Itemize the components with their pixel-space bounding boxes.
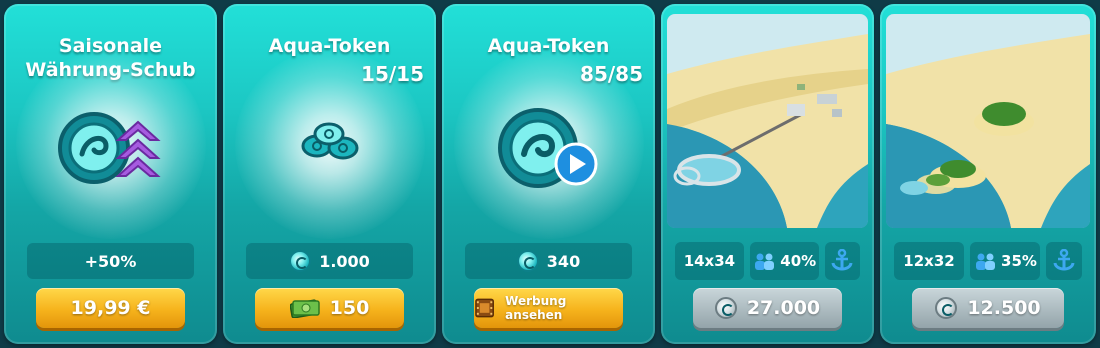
price-label: 150 xyxy=(329,297,370,319)
expansion-stats: 12x32 35% xyxy=(894,242,1082,280)
size-value: 12x32 xyxy=(903,252,955,270)
expansion-card-pier: 14x34 40% 27.000 xyxy=(661,4,874,344)
aqua-token-ad-card: Aqua-Token 85/85 340 Werbung ansehen xyxy=(442,4,655,344)
cash-icon xyxy=(289,299,320,318)
population-value: 40% xyxy=(780,252,817,270)
aqua-token-icon xyxy=(935,297,958,319)
film-icon xyxy=(475,298,494,318)
price-label: 12.500 xyxy=(967,297,1041,319)
people-icon xyxy=(755,253,775,270)
bonus-value: +50% xyxy=(84,251,137,271)
aqua-token-icon xyxy=(516,250,539,272)
amount-value: 1.000 xyxy=(319,251,370,271)
population-value: 35% xyxy=(1001,252,1037,270)
size-stat: 12x32 xyxy=(894,242,964,280)
expansion-preview-image xyxy=(886,14,1090,228)
aqua-token-icon xyxy=(714,297,737,319)
people-icon xyxy=(976,253,996,270)
population-stat: 40% xyxy=(749,242,819,280)
buy-button[interactable]: 150 xyxy=(255,288,404,328)
boost-card: Saisonale Währung-Schub +50% 19,99 € xyxy=(4,4,217,344)
buy-expansion-button[interactable]: 27.000 xyxy=(693,288,842,328)
aqua-token-video-icon xyxy=(498,108,598,188)
anchor-icon xyxy=(1053,249,1075,271)
currency-boost-icon xyxy=(58,112,161,184)
expansion-preview-image xyxy=(667,14,868,228)
size-value: 14x34 xyxy=(683,252,736,270)
watch-ad-button[interactable]: Werbung ansehen xyxy=(474,288,623,328)
beach-pier-illustration xyxy=(667,14,868,228)
population-stat: 35% xyxy=(970,242,1040,280)
expansion-stats: 14x34 40% xyxy=(675,242,861,280)
watch-ad-label: Werbung ansehen xyxy=(505,294,567,322)
price-label: 19,99 € xyxy=(70,297,151,319)
buy-button[interactable]: 19,99 € xyxy=(36,288,185,328)
harbor-stat xyxy=(824,242,861,280)
amount-box: 1.000 xyxy=(246,243,413,279)
aqua-token-icon xyxy=(289,250,312,272)
size-stat: 14x34 xyxy=(675,242,744,280)
price-label: 27.000 xyxy=(746,297,821,319)
anchor-icon xyxy=(831,249,853,271)
expansion-card-islands: 12x32 35% 12.500 xyxy=(880,4,1096,344)
island-illustration xyxy=(886,14,1090,228)
amount-box: 340 xyxy=(465,243,632,279)
amount-value: 340 xyxy=(546,251,581,271)
harbor-stat xyxy=(1046,242,1082,280)
buy-expansion-button[interactable]: 12.500 xyxy=(912,288,1064,328)
aqua-token-card: Aqua-Token 15/15 1.000 150 xyxy=(223,4,436,344)
bonus-box: +50% xyxy=(27,243,194,279)
aqua-token-pile-icon xyxy=(301,122,359,160)
